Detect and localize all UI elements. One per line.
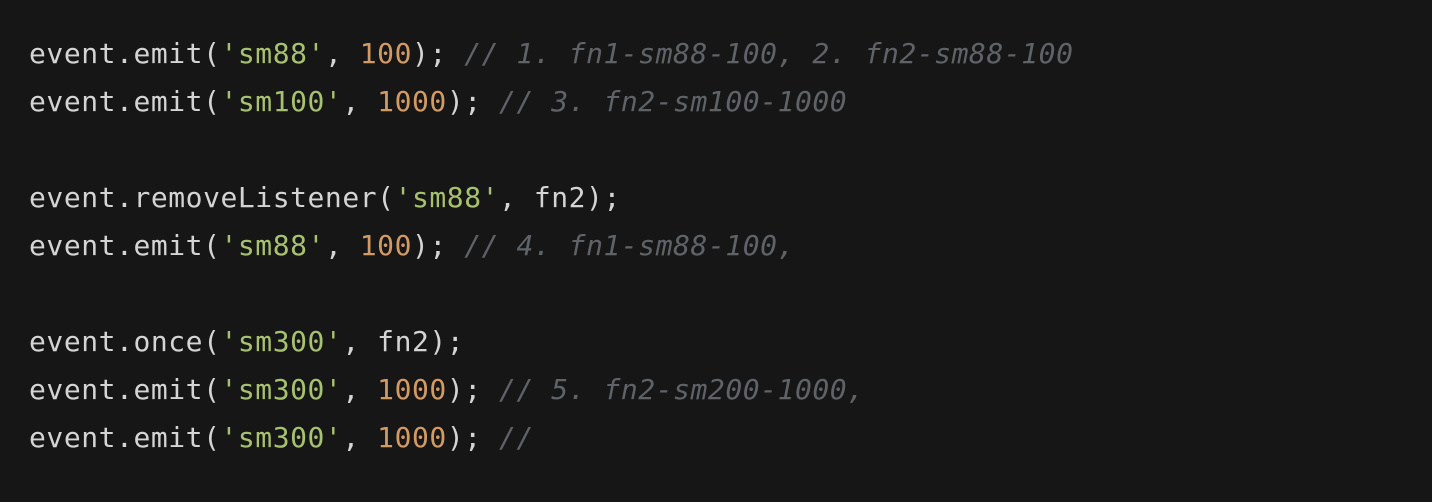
code-token-string: 'sm88' [394,181,500,214]
code-token-plain: , [342,421,378,454]
code-token-plain: ); [446,421,500,454]
code-token-plain: ); [412,229,465,262]
code-token-string: 'sm300' [220,373,343,406]
code-token-plain: ); [446,373,500,406]
code-token-plain: event.once( [29,325,221,358]
code-token-plain: , [342,373,378,406]
blank-code-line [29,270,1432,318]
code-token-plain: event.emit( [29,37,221,70]
code-token-plain: ); [412,37,465,70]
code-token-plain: event.emit( [29,421,221,454]
code-token-plain: event.emit( [29,85,221,118]
code-line: event.emit('sm300', 1000); // [29,414,1432,462]
code-token-number: 1000 [377,421,447,454]
code-line: event.emit('sm88', 100); // 4. fn1-sm88-… [29,222,1432,270]
code-token-plain: , [324,229,360,262]
code-line: event.emit('sm300', 1000); // 5. fn2-sm2… [29,366,1432,414]
code-token-string: 'sm88' [220,229,325,262]
code-token-plain: event.emit( [29,373,221,406]
code-token-comment: // 4. fn1-sm88-100, [464,229,795,262]
code-token-plain: event.removeListener( [29,181,395,214]
code-token-plain: , fn2); [499,181,621,214]
code-token-string: 'sm88' [220,37,325,70]
code-token-number: 1000 [377,85,447,118]
code-token-plain: event.emit( [29,229,221,262]
code-token-number: 100 [359,37,412,70]
code-token-plain: , [324,37,360,70]
code-token-string: 'sm300' [220,325,343,358]
code-line: event.emit('sm88', 100); // 1. fn1-sm88-… [29,30,1432,78]
code-token-comment: // [499,421,534,454]
code-token-comment: // 1. fn1-sm88-100, 2. fn2-sm88-100 [464,37,1074,70]
code-line: event.emit('sm100', 1000); // 3. fn2-sm1… [29,78,1432,126]
code-token-comment: // 3. fn2-sm100-1000 [499,85,848,118]
code-block: event.emit('sm88', 100); // 1. fn1-sm88-… [0,0,1432,502]
code-line: event.removeListener('sm88', fn2); [29,174,1432,222]
code-token-plain: ); [446,85,500,118]
code-token-string: 'sm300' [220,421,343,454]
code-token-comment: // 5. fn2-sm200-1000, [499,373,865,406]
code-token-number: 1000 [377,373,447,406]
blank-code-line [29,126,1432,174]
code-token-number: 100 [359,229,412,262]
code-token-plain: , fn2); [342,325,465,358]
code-line: event.once('sm300', fn2); [29,318,1432,366]
code-token-string: 'sm100' [220,85,343,118]
code-token-plain: , [342,85,378,118]
